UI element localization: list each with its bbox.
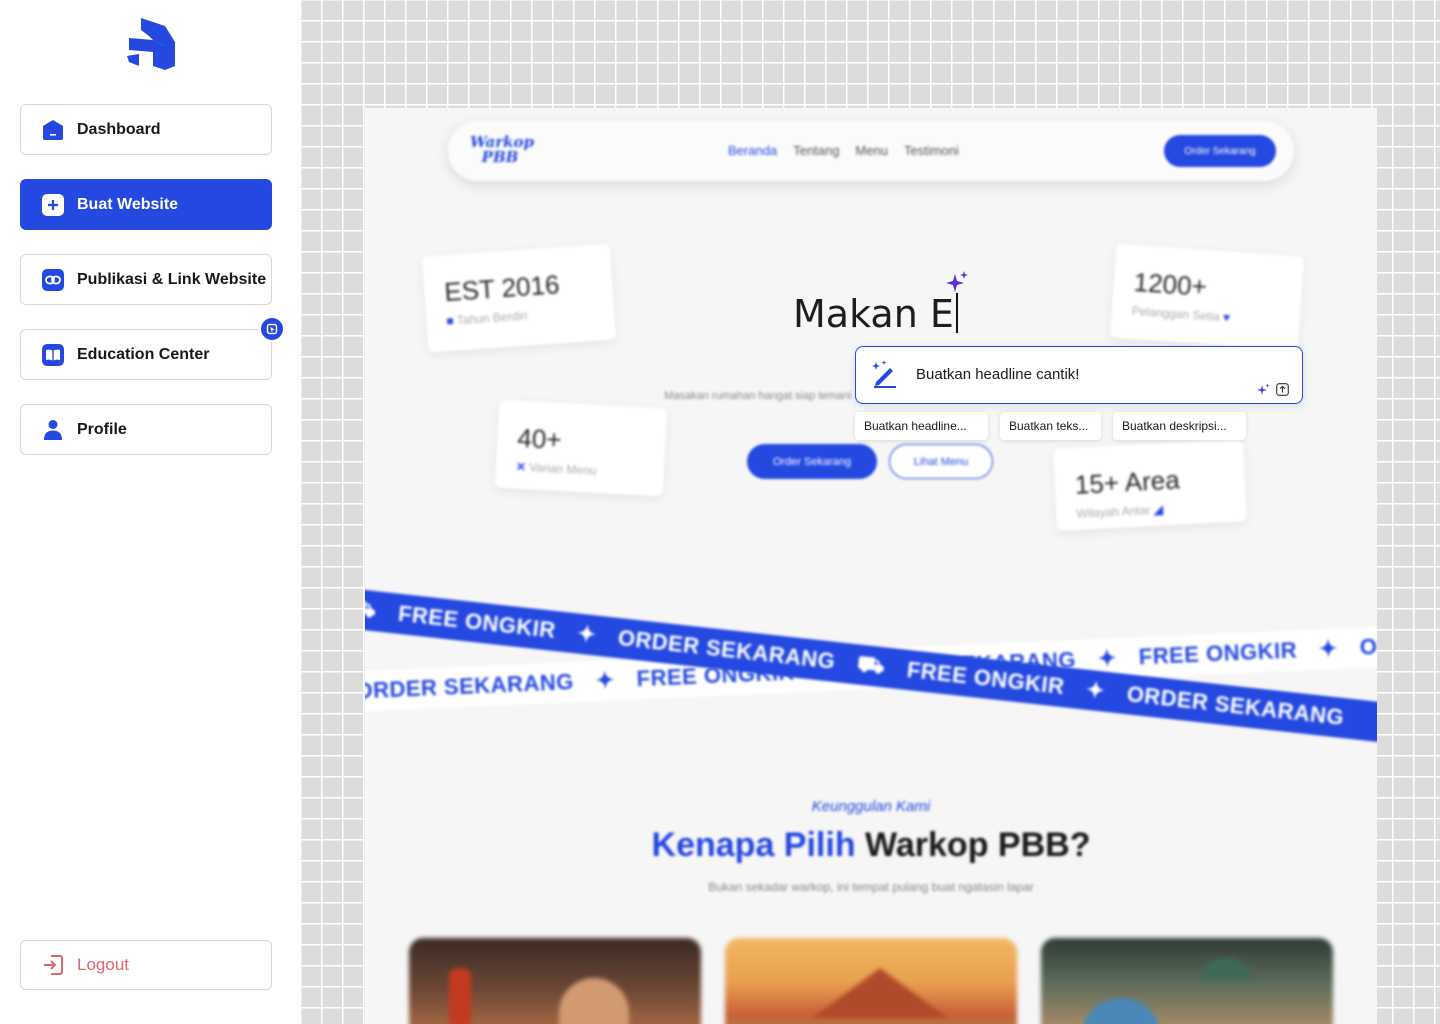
hero-menu-button[interactable]: Lihat Menu <box>889 444 993 479</box>
preview-nav-link[interactable]: Testimoni <box>904 143 959 158</box>
home-icon <box>41 118 65 142</box>
ribbon-text: FREE ONGKIR <box>396 600 557 644</box>
sidebar-item-label: Education Center <box>77 345 210 363</box>
sidebar-item-label: Publikasi & Link Website <box>77 270 267 288</box>
logout-icon <box>41 953 65 977</box>
logout-label: Logout <box>77 955 129 974</box>
preview-nav-link[interactable]: Beranda <box>728 143 777 158</box>
stat-label: ■ Tahun Berdiri <box>445 308 528 329</box>
hero-headline-text: Makan E <box>793 292 954 336</box>
link-icon <box>41 268 65 292</box>
send-icon[interactable] <box>1276 383 1289 396</box>
section-subtitle: Bukan sekadar warkop, ini tempat pulang … <box>708 880 1034 894</box>
feature-image-1 <box>409 938 701 1024</box>
logout-button[interactable]: Logout <box>20 940 272 990</box>
stat-label: Wilayah Antar ◢ <box>1076 502 1164 521</box>
ribbon-text: ORDER SEKARANG <box>1359 625 1377 660</box>
stat-card-area[interactable]: 15+ Area Wilayah Antar ◢ <box>1052 439 1248 531</box>
stat-card-est[interactable]: EST 2016 ■ Tahun Berdiri <box>421 243 617 353</box>
preview-navbar: Warkop PBB Beranda Tentang Menu Testimon… <box>448 121 1294 181</box>
stat-value: EST 2016 <box>443 269 561 308</box>
ai-sparkle-icon <box>946 271 968 292</box>
feature-image-2 <box>725 938 1017 1024</box>
sidebar: Dashboard Buat Website Publikasi & Link … <box>0 0 301 1024</box>
hero-headline-editing[interactable]: Makan E <box>793 292 958 336</box>
ribbon-text: ORDER SEKARANG <box>1125 681 1346 731</box>
book-icon <box>41 343 65 367</box>
sidebar-item-buat-website[interactable]: Buat Website <box>20 179 272 230</box>
ai-pen-icon <box>872 360 896 388</box>
app-logo[interactable] <box>125 16 177 70</box>
ai-suggestion-chip[interactable]: Buatkan deskripsi... <box>1113 412 1246 440</box>
stat-value: 40+ <box>516 422 563 455</box>
hero-order-button[interactable]: Order Sekarang <box>747 444 877 479</box>
editor-canvas[interactable]: Warkop PBB Beranda Tentang Menu Testimon… <box>301 0 1440 1024</box>
sidebar-item-label: Profile <box>77 420 127 438</box>
ai-suggestion-chip[interactable]: Buatkan teks... <box>1000 412 1101 440</box>
preview-nav-link[interactable]: Menu <box>855 143 888 158</box>
sidebar-item-education-center[interactable]: Education Center <box>20 329 272 380</box>
ai-prompt-box[interactable]: Buatkan headline cantik! <box>855 346 1303 404</box>
preview-nav-cta[interactable]: Order Sekarang <box>1164 135 1276 167</box>
ai-prompt-input[interactable]: Buatkan headline cantik! <box>916 366 1079 383</box>
plus-square-icon <box>41 193 65 217</box>
ribbon-text: ORDER SEKARANG <box>365 669 575 704</box>
ai-suggestion-chip[interactable]: Buatkan headline... <box>855 412 988 440</box>
user-icon <box>41 418 65 442</box>
feature-image-3 <box>1041 938 1333 1024</box>
stat-label: Pelanggan Setia ♥ <box>1131 303 1231 325</box>
stat-card-varian[interactable]: 40+ ✕ Varian Menu <box>494 399 668 497</box>
ai-suggestion-chips: Buatkan headline... Buatkan teks... Buat… <box>855 412 1246 440</box>
cursor-icon <box>266 323 278 335</box>
sidebar-item-dashboard[interactable]: Dashboard <box>20 104 272 155</box>
preview-nav-links: Beranda Tentang Menu Testimoni <box>728 143 959 158</box>
stat-card-pelanggan[interactable]: 1200+ Pelanggan Setia ♥ <box>1109 243 1305 351</box>
preview-logo: Warkop PBB <box>470 135 534 166</box>
ribbon-text: FREE ONGKIR <box>1138 637 1298 670</box>
text-caret <box>955 293 958 333</box>
ai-sparkle-small-icon <box>1257 383 1270 395</box>
section-title: Kenapa Pilih Warkop PBB? <box>651 826 1091 864</box>
preview-logo-line2: PBB <box>481 148 519 166</box>
sidebar-item-profile[interactable]: Profile <box>20 404 272 455</box>
sidebar-item-publikasi[interactable]: Publikasi & Link Website <box>20 254 272 305</box>
education-notification-badge[interactable] <box>259 316 285 342</box>
stat-value: 15+ Area <box>1074 464 1181 500</box>
section-eyebrow: Keunggulan Kami <box>811 798 931 815</box>
sidebar-item-label: Dashboard <box>77 120 161 138</box>
website-preview[interactable]: Warkop PBB Beranda Tentang Menu Testimon… <box>365 108 1377 1024</box>
preview-nav-link[interactable]: Tentang <box>793 143 839 158</box>
sidebar-item-label: Buat Website <box>77 195 179 213</box>
stat-label: ✕ Varian Menu <box>515 459 597 478</box>
stat-value: 1200+ <box>1132 266 1208 302</box>
